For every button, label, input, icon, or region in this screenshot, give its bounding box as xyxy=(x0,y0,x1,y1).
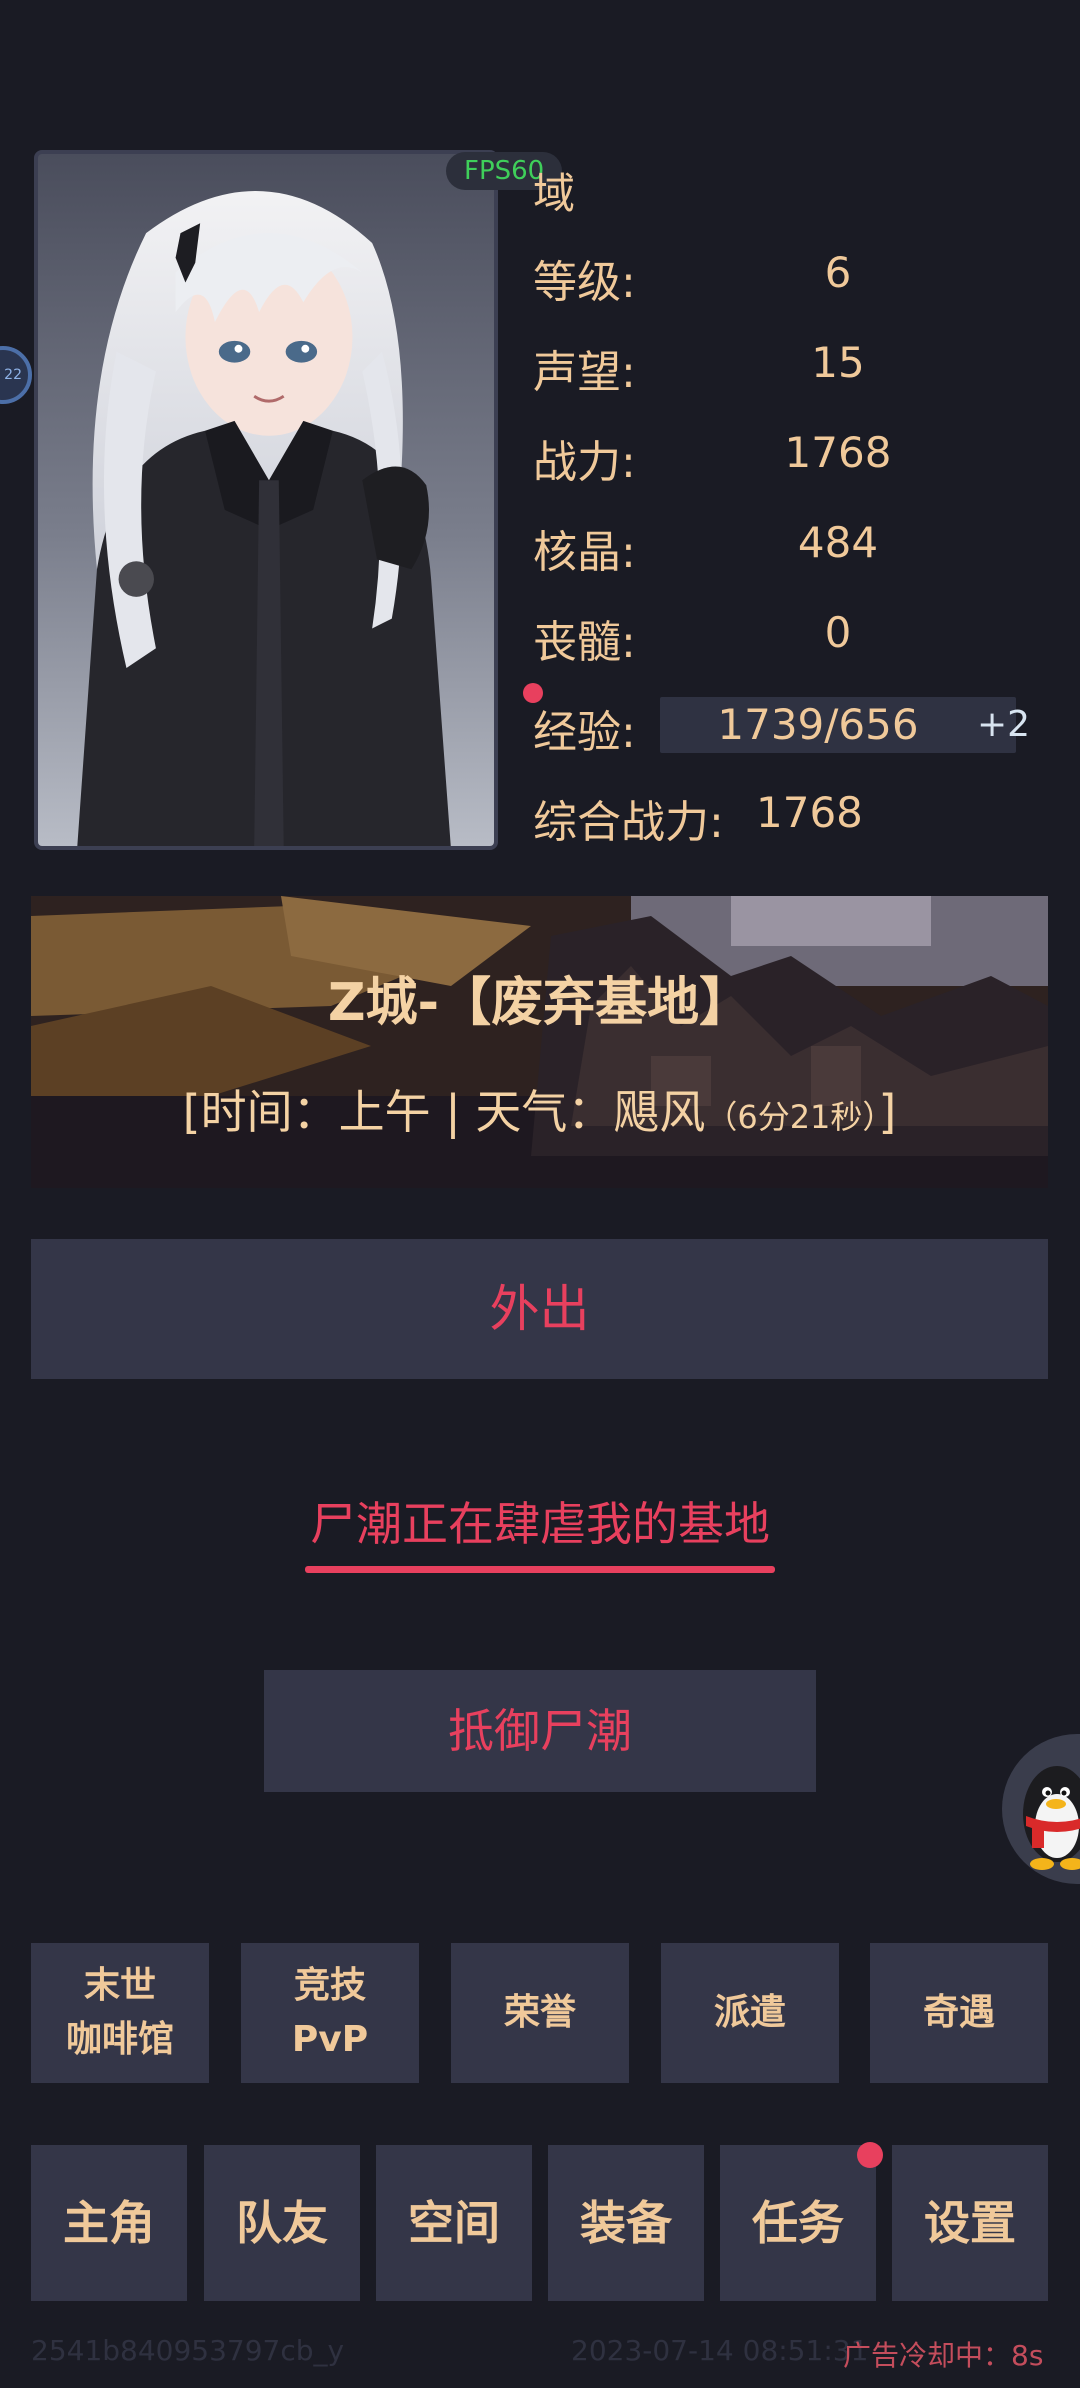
location-banner[interactable]: Z城-【废弃基地】 [时间：上午 | 天气：飓风（6分21秒）] xyxy=(31,896,1048,1188)
location-info-end: ] xyxy=(878,1085,897,1139)
ad-cooldown-text: 广告冷却中：8s xyxy=(843,2339,1044,2372)
crystal-label: 核晶: xyxy=(533,527,636,578)
penguin-icon xyxy=(1023,1766,1080,1870)
footer-timestamp: 2023-07-14 08:51:31 xyxy=(571,2334,869,2367)
nav-equipment[interactable]: 装备 xyxy=(548,2145,704,2301)
menu-honor-label: 荣誉 xyxy=(503,1992,576,2033)
marrow-value: 0 xyxy=(824,608,852,657)
total-power-label: 综合战力: xyxy=(533,797,724,848)
weather-timer: （6分21秒） xyxy=(705,1098,879,1136)
crystal-value: 484 xyxy=(797,518,879,567)
menu-honor-button[interactable]: 荣誉 xyxy=(451,1943,629,2083)
exp-value: 1739/656 xyxy=(717,700,919,749)
tasks-notification-dot xyxy=(857,2142,883,2168)
menu-adventure-label: 奇遇 xyxy=(922,1992,995,2033)
power-value: 1768 xyxy=(784,428,892,477)
menu-pvp-line1: 竞技 xyxy=(293,1965,366,2006)
menu-cafe-line2: 咖啡馆 xyxy=(65,2019,174,2060)
nav-settings[interactable]: 设置 xyxy=(892,2145,1048,2301)
menu-dispatch-button[interactable]: 派遣 xyxy=(661,1943,839,2083)
defend-button[interactable]: 抵御尸潮 xyxy=(264,1670,816,1792)
menu-dispatch-label: 派遣 xyxy=(713,1992,786,2033)
menu-pvp-button[interactable]: 竞技 PvP xyxy=(241,1943,419,2083)
device-id: 2541b840953797cb_y xyxy=(31,2334,345,2367)
qq-penguin-floating-icon[interactable] xyxy=(1002,1734,1080,1884)
go-out-button[interactable]: 外出 xyxy=(31,1239,1048,1379)
menu-pvp-line2: PvP xyxy=(291,2019,369,2060)
prestige-value: 15 xyxy=(811,338,865,387)
alert-underline xyxy=(305,1566,775,1573)
character-illustration xyxy=(77,190,451,846)
location-title: Z城-【废弃基地】 xyxy=(327,973,752,1033)
menu-cafe-button[interactable]: 末世 咖啡馆 xyxy=(31,1943,209,2083)
level-value: 6 xyxy=(824,248,852,297)
nav-tasks[interactable]: 任务 xyxy=(720,2145,876,2301)
nav-space[interactable]: 空间 xyxy=(376,2145,532,2301)
location-info: [时间：上午 | 天气：飓风（6分21秒）] xyxy=(31,1076,1048,1142)
player-title-fragment: 域 xyxy=(533,169,576,218)
location-info-main: [时间：上午 | 天气：飓风 xyxy=(182,1085,706,1139)
exp-plus-button[interactable]: +2 xyxy=(977,697,1030,753)
marrow-label: 丧髓: xyxy=(533,617,636,668)
power-label: 战力: xyxy=(533,437,636,488)
menu-cafe-line1: 末世 xyxy=(83,1965,156,2006)
level-label: 等级: xyxy=(533,257,636,308)
nav-teammates[interactable]: 队友 xyxy=(204,2145,360,2301)
exp-label: 经验: xyxy=(533,707,636,758)
total-power-value: 1768 xyxy=(756,788,863,837)
location-pixel-art xyxy=(31,896,1048,1188)
prestige-label: 声望: xyxy=(533,347,636,398)
menu-adventure-button[interactable]: 奇遇 xyxy=(870,1943,1048,2083)
zombie-tide-alert[interactable]: 尸潮正在肆虐我的基地 xyxy=(0,1488,1080,1554)
nav-protagonist[interactable]: 主角 xyxy=(31,2145,187,2301)
floating-assistant-ball[interactable]: 22 xyxy=(0,346,32,404)
character-portrait[interactable] xyxy=(34,150,498,850)
